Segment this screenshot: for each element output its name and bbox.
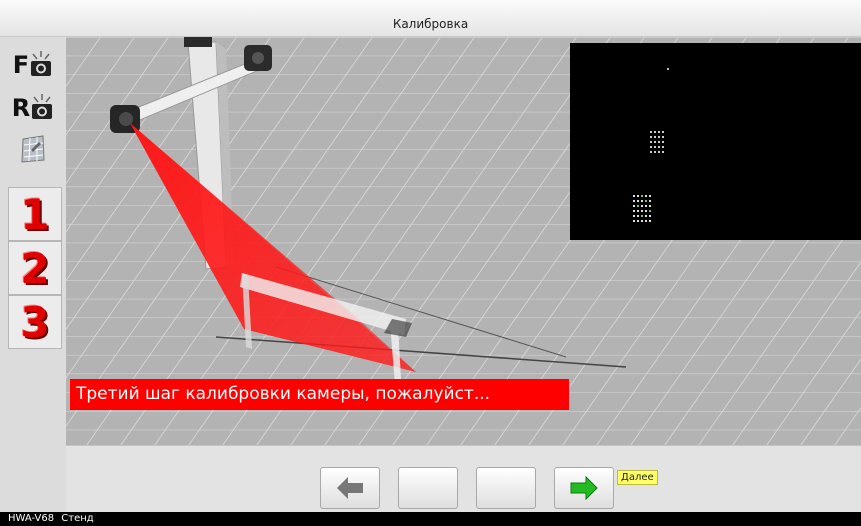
instruction-message: Третий шаг калибровки камеры, пожалуйст.… xyxy=(70,379,569,410)
step-2-button[interactable]: 2 xyxy=(8,241,62,295)
calibration-board-icon xyxy=(21,135,45,163)
front-camera-label: F xyxy=(12,51,30,79)
rear-camera-button[interactable]: R xyxy=(6,86,60,130)
camera-preview xyxy=(570,43,861,240)
next-tooltip: Далее xyxy=(617,470,658,485)
rear-camera-label: R xyxy=(11,94,31,122)
title-bar: Калибровка xyxy=(0,0,861,37)
sidebar: F R 1 2 3 xyxy=(0,37,67,512)
navigation-bar xyxy=(66,445,861,513)
step-3-button[interactable]: 3 xyxy=(8,295,62,349)
model-label: HWA-V68 xyxy=(8,513,55,524)
arrow-left-icon xyxy=(337,477,363,499)
empty-button-2[interactable] xyxy=(476,467,536,509)
calibration-tool-button[interactable] xyxy=(6,127,60,171)
camera-flash-icon xyxy=(31,51,52,76)
step-1-button[interactable]: 1 xyxy=(8,187,62,241)
camera-flash-icon xyxy=(32,94,53,119)
window-title: Калибровка xyxy=(392,17,469,31)
back-button[interactable] xyxy=(320,467,380,509)
status-bar: HWA-V68 Стенд xyxy=(0,512,861,526)
front-camera-button[interactable]: F xyxy=(6,43,60,87)
empty-button-1[interactable] xyxy=(398,467,458,509)
arrow-right-icon xyxy=(570,475,598,501)
mode-label: Стенд xyxy=(61,513,94,524)
target-dots xyxy=(633,68,669,222)
next-button[interactable] xyxy=(554,467,614,509)
